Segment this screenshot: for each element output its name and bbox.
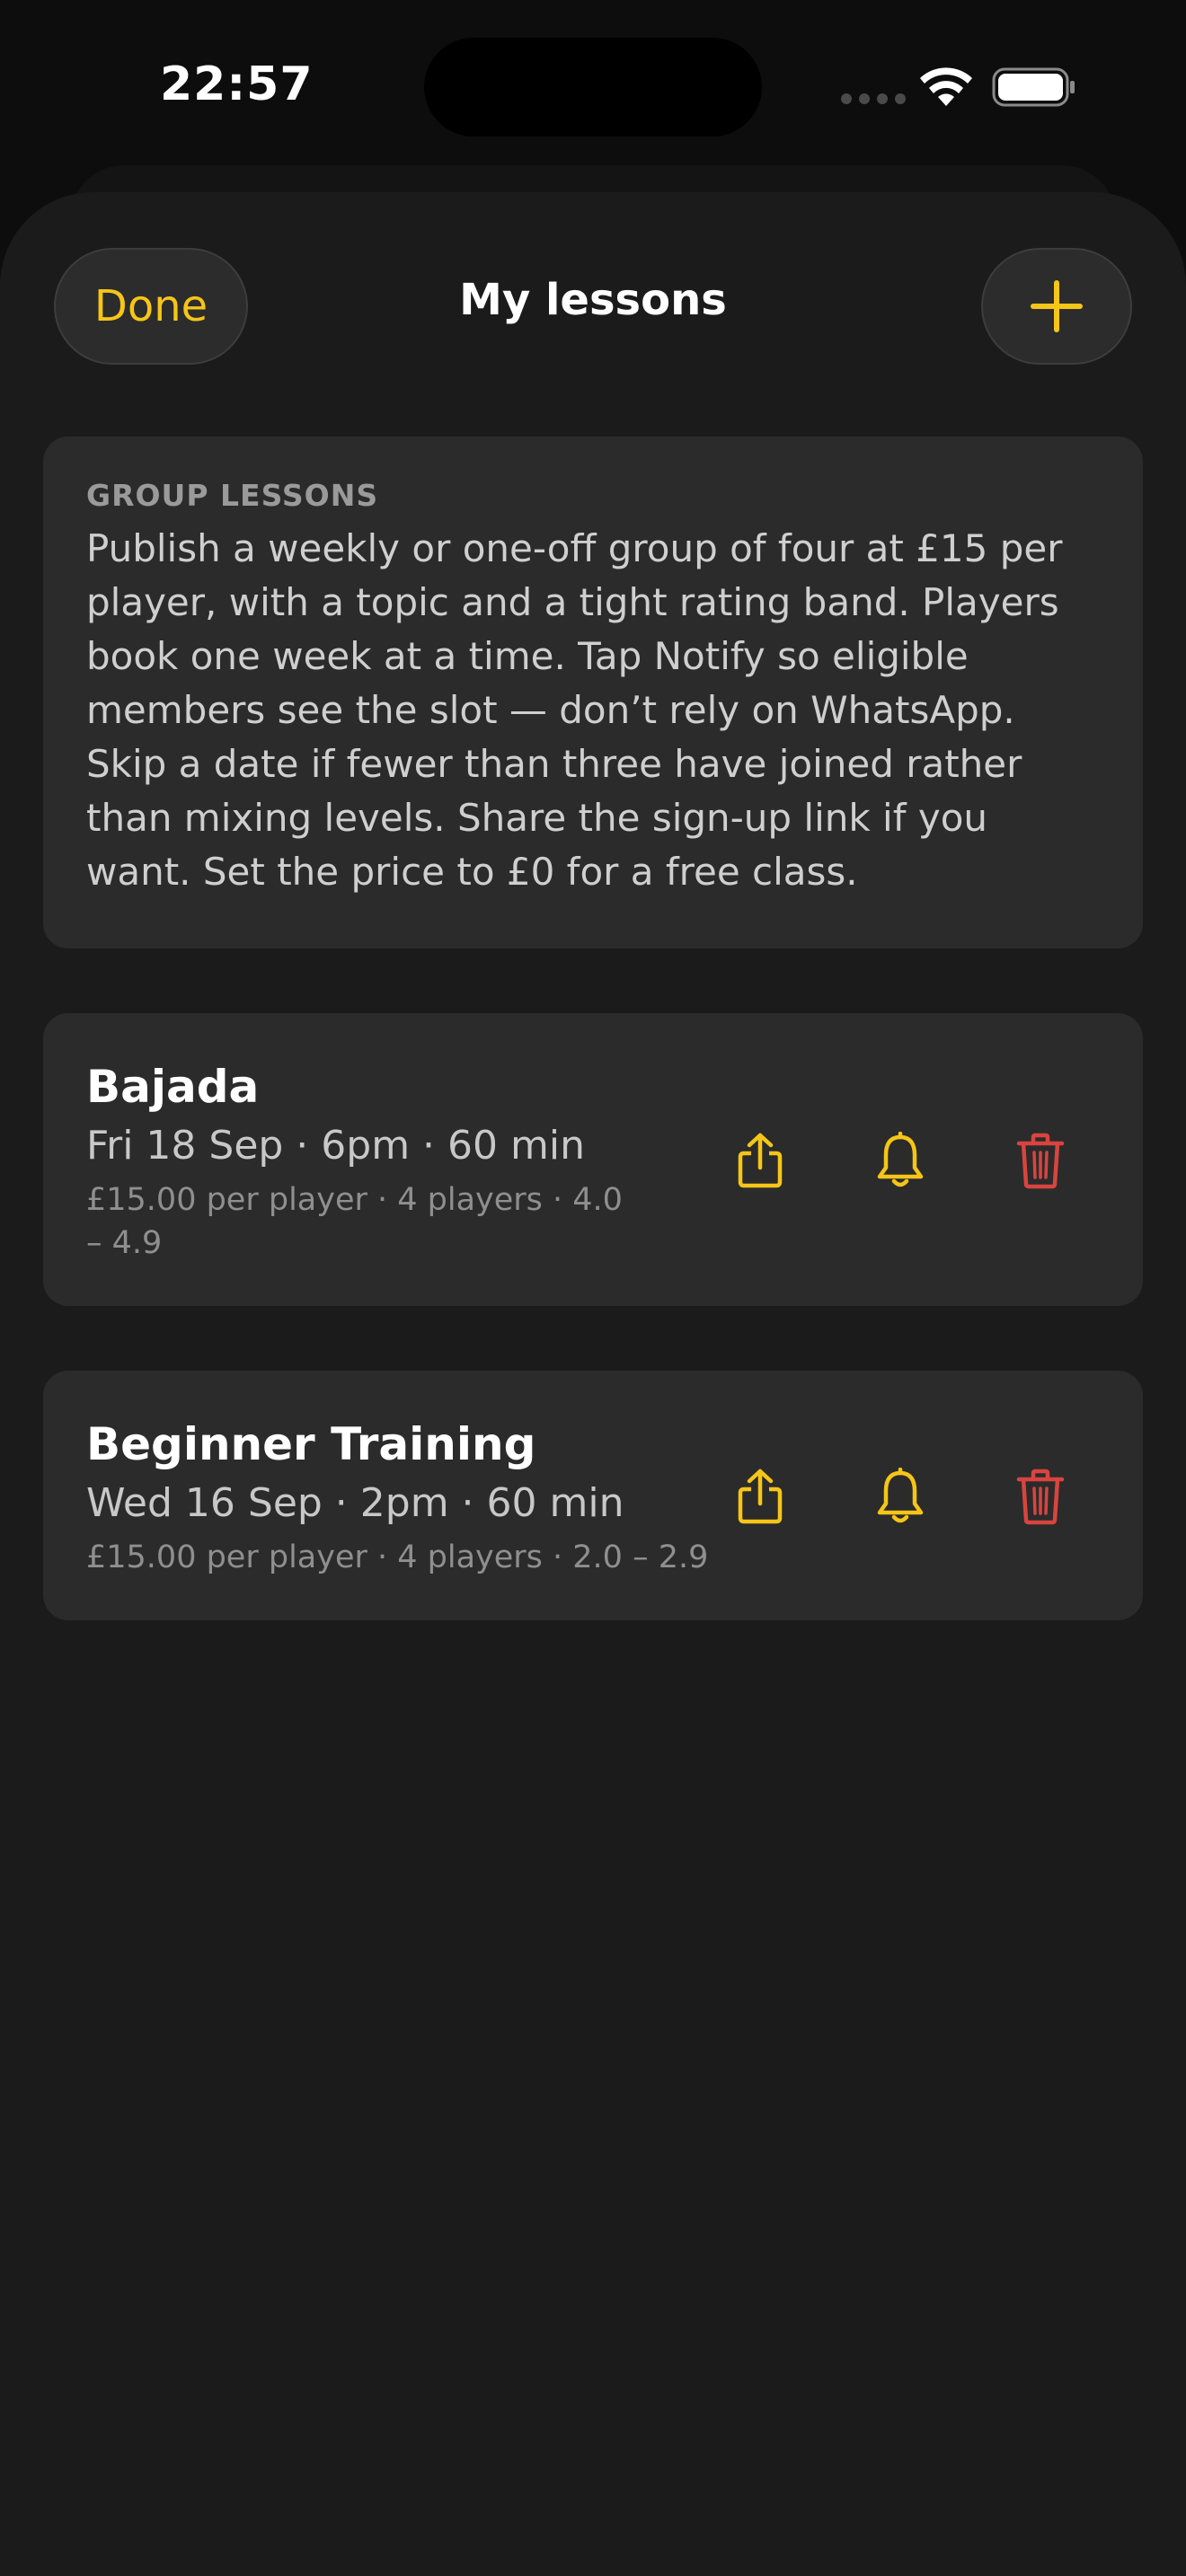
info-body: Publish a weekly or one-off group of fou… [86,526,1063,894]
cellular-signal-icon [841,93,906,104]
lesson-schedule: Fri 18 Sep · 6pm · 60 min [86,1123,585,1169]
lesson-meta: £15.00 per player · 4 players · 4.0 – 4.… [86,1182,623,1261]
done-button[interactable]: Done [54,248,248,365]
page-title: My lessons [459,275,727,325]
share-button[interactable] [724,1125,796,1196]
plus-icon [1031,280,1083,332]
bell-icon [877,1132,924,1187]
lesson-card[interactable]: Bajada Fri 18 Sep · 6pm · 60 min £15.00 … [43,1013,1143,1306]
trash-icon [1016,1133,1065,1189]
group-lessons-info-card: GROUP LESSONS Publish a weekly or one-of… [43,437,1143,948]
notify-button[interactable] [864,1460,936,1532]
share-button[interactable] [724,1460,796,1532]
notify-button[interactable] [864,1125,936,1196]
lesson-meta: £15.00 per player · 4 players · 2.0 – 2.… [86,1539,709,1575]
bell-icon [877,1468,924,1523]
trash-icon [1016,1469,1065,1525]
info-heading: GROUP LESSONS [86,478,379,513]
delete-button[interactable] [1005,1125,1076,1196]
share-icon [738,1133,783,1188]
lesson-title: Beginner Training [86,1418,536,1470]
delete-button[interactable] [1005,1460,1076,1532]
lesson-details: Bajada Fri 18 Sep · 6pm · 60 min £15.00 … [86,1058,733,1265]
share-icon [738,1469,783,1524]
lesson-title: Bajada [86,1061,260,1113]
status-time: 22:57 [160,57,314,111]
screen: 22:57 Done My lessons GROUP LESSONS Publ… [0,0,1186,2576]
lesson-details: Beginner Training Wed 16 Sep · 2pm · 60 … [86,1416,733,1579]
add-lesson-button[interactable] [981,248,1132,365]
dynamic-island [424,38,762,137]
battery-icon [992,67,1075,107]
lesson-card[interactable]: Beginner Training Wed 16 Sep · 2pm · 60 … [43,1371,1143,1620]
wifi-icon [920,67,972,106]
lesson-schedule: Wed 16 Sep · 2pm · 60 min [86,1480,624,1526]
